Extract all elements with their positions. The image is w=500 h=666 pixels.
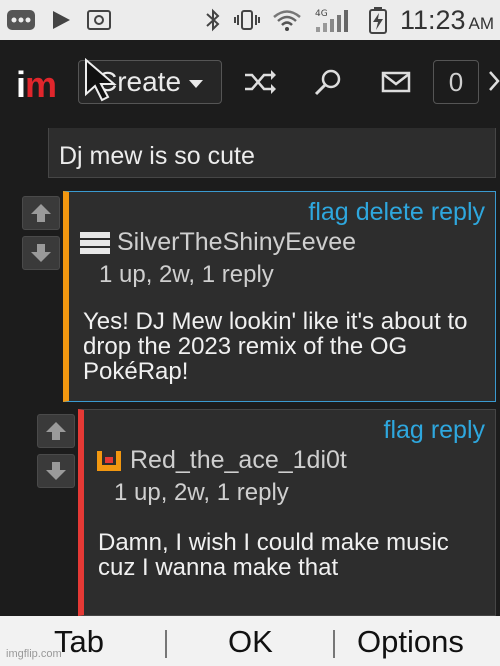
app-bar: im Create 0 — [0, 40, 500, 120]
comment-parent: Dj mew is so cute — [48, 128, 496, 178]
watermark: imgflip.com — [6, 648, 62, 660]
arrow-down-icon — [31, 244, 51, 262]
search-icon[interactable] — [310, 64, 346, 100]
username[interactable]: Red_the_ace_1di0t — [130, 446, 347, 475]
notification-count[interactable]: 0 — [433, 60, 479, 104]
comment-body: Yes! DJ Mew lookin' like it's about to d… — [83, 308, 468, 385]
svg-text:4G: 4G — [315, 9, 328, 19]
options-softkey[interactable]: Options — [357, 624, 464, 660]
comment-meta: 1 up, 2w, 1 reply — [99, 261, 274, 288]
wifi-icon — [272, 8, 302, 32]
signal-icon: 4G — [314, 8, 356, 32]
downvote-button[interactable] — [37, 454, 75, 488]
notification-icon — [86, 8, 112, 32]
user-avatar-icon[interactable] — [79, 230, 111, 256]
more-dots-icon — [6, 8, 36, 32]
play-icon — [50, 8, 72, 32]
user-avatar-icon[interactable] — [94, 447, 124, 475]
imgflip-logo[interactable]: im — [16, 64, 57, 106]
shuffle-icon[interactable] — [242, 64, 278, 100]
comment-actions: flag delete reply — [308, 198, 485, 227]
battery-charging-icon — [368, 7, 388, 34]
flag-link[interactable]: flag — [308, 198, 348, 227]
comment-reply-nested: flag reply Red_the_ace_1di0t 1 up, 2w, 1… — [78, 409, 496, 616]
vote-controls — [37, 414, 75, 488]
reply-link[interactable]: reply — [431, 416, 485, 445]
caret-down-icon — [189, 80, 204, 88]
comment-reply: flag delete reply SilverTheShinyEevee 1 … — [63, 191, 496, 402]
upvote-button[interactable] — [22, 196, 60, 230]
status-bar: 4G 11:23 AM — [0, 0, 500, 40]
reply-link[interactable]: reply — [431, 198, 485, 227]
delete-link[interactable]: delete — [356, 198, 424, 227]
arrow-down-icon — [46, 462, 66, 480]
comment-body: Damn, I wish I could make music cuz I wa… — [98, 529, 449, 581]
upvote-button[interactable] — [37, 414, 75, 448]
comment-user: SilverTheShinyEevee — [79, 228, 356, 257]
comment-actions: flag reply — [384, 416, 486, 445]
downvote-button[interactable] — [22, 236, 60, 270]
comment-body: Dj mew is so cute — [59, 142, 255, 170]
clock: 11:23 AM — [399, 4, 494, 35]
mail-icon[interactable] — [378, 64, 414, 100]
softkey-divider — [333, 630, 335, 658]
comment-user: Red_the_ace_1di0t — [94, 446, 347, 475]
username[interactable]: SilverTheShinyEevee — [117, 228, 356, 257]
flag-link[interactable]: flag — [384, 416, 424, 445]
softkey-divider — [165, 630, 167, 658]
vibrate-icon — [233, 8, 260, 32]
softkey-bar: Tab OK Options — [0, 616, 500, 666]
arrow-up-icon — [31, 204, 51, 222]
comment-meta: 1 up, 2w, 1 reply — [114, 479, 289, 506]
ok-softkey[interactable]: OK — [228, 624, 273, 660]
vote-controls — [22, 196, 60, 270]
bluetooth-icon — [204, 8, 222, 32]
arrow-up-icon — [46, 422, 66, 440]
mouse-cursor-icon — [85, 58, 117, 102]
chevron-right-icon[interactable] — [488, 70, 500, 92]
